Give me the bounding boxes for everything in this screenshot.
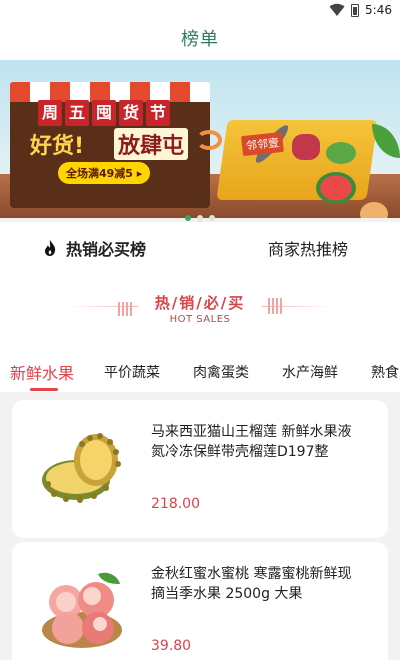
promo-banner[interactable]: 周 五 囤 货 节 好货! 放肆屯 全场满49减5 ▸ 邻邻壹 [0,60,400,218]
banner-slogan-left: 好货! [30,134,85,159]
page-title: 榜单 [181,29,219,50]
banner-discount-pill: 全场满49减5 ▸ [58,162,151,184]
category-tabs: 新鲜水果 平价蔬菜 肉禽蛋类 水产海鲜 熟食 [0,348,400,392]
battery-icon [351,3,360,17]
banner-title-char: 周 [38,100,62,126]
status-bar: 5:46 [0,0,400,22]
banner-dot-active[interactable] [185,215,191,221]
product-card[interactable]: 马来西亚猫山王榴莲 新鲜水果液氮冷冻保鲜带壳榴莲D197整 218.00 [12,400,388,538]
status-icons: 5:46 [329,3,392,17]
banner-dot[interactable] [197,215,203,221]
tab-fresh-fruit[interactable]: 新鲜水果 [10,360,74,384]
fire-icon [45,240,56,256]
shrimp-illustration [196,130,222,150]
meat-illustration [292,134,320,160]
tab-vegetables[interactable]: 平价蔬菜 [104,362,160,382]
tab-hot-sales-label: 热销必买榜 [66,240,147,259]
banner-title: 周 五 囤 货 节 [38,100,170,126]
hot-sales-header: 热/销/必/买 HOT SALES [0,270,400,348]
wifi-icon [329,3,345,16]
banner-basket-label: 邻邻壹 [241,131,284,157]
product-price: 218.00 [151,496,200,512]
rank-tabs: 热销必买榜 商家热推榜 [0,222,400,270]
banner-dot[interactable] [209,215,215,221]
hot-sales-subtitle: HOT SALES [169,314,231,325]
tab-hot-sales[interactable]: 热销必买榜 [42,236,146,260]
banner-slogan-right: 放肆屯 [114,128,189,160]
active-tab-underline [30,388,58,391]
tab-seafood[interactable]: 水产海鲜 [282,362,338,382]
durian-image [42,433,121,503]
watermelon-illustration [316,172,356,204]
leaf-illustration [372,124,400,158]
banner-title-char: 货 [119,100,143,126]
banner-title-char: 囤 [92,100,116,126]
peach-image [42,572,122,648]
banner-title-char: 五 [65,100,89,126]
product-card[interactable]: 金秋红蜜水蜜桃 寒露蜜桃新鲜现摘当季水果 2500g 大果 39.80 [12,542,388,660]
banner-slogan: 好货! 放肆屯 [30,128,200,162]
hot-sales-title: 热/销/必/买 [154,294,246,312]
tab-meat-eggs[interactable]: 肉禽蛋类 [193,362,249,382]
title-bar: 榜单 [0,22,400,60]
product-name: 金秋红蜜水蜜桃 寒露蜜桃新鲜现摘当季水果 2500g 大果 [151,566,352,602]
banner-awning [10,82,210,102]
product-price: 39.80 [151,638,192,654]
banner-discount-text: 全场满49减5 [66,167,133,180]
tab-merchant-picks[interactable]: 商家热推榜 [268,236,348,260]
status-time: 5:46 [365,3,392,17]
vegetable-illustration [326,142,356,164]
tab-deli[interactable]: 熟食 [371,362,399,382]
product-list[interactable]: 马来西亚猫山王榴莲 新鲜水果液氮冷冻保鲜带壳榴莲D197整 218.00 金秋红… [0,392,400,660]
banner-title-char: 节 [146,100,170,126]
product-name: 马来西亚猫山王榴莲 新鲜水果液氮冷冻保鲜带壳榴莲D197整 [151,424,352,460]
